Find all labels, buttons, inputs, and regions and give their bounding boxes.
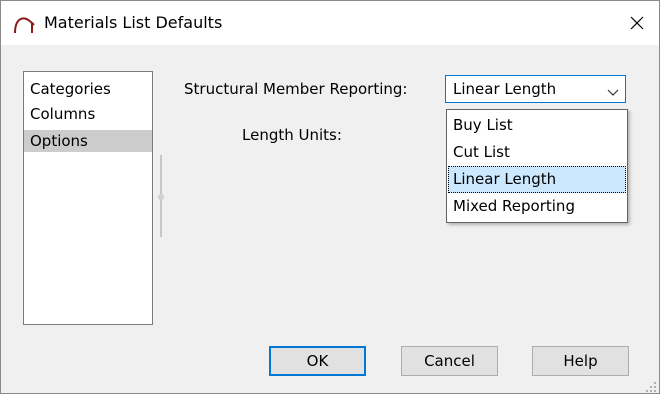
chevron-down-icon [607,84,619,96]
option-buy-list[interactable]: Buy List [448,112,626,139]
category-listbox[interactable]: Categories Columns Options [23,71,153,325]
option-cut-list[interactable]: Cut List [448,139,626,166]
dialog-window: Materials List Defaults Categories Colum… [0,0,660,394]
dropdown-list: Buy List Cut List Linear Length Mixed Re… [446,109,628,223]
help-button[interactable]: Help [532,346,629,376]
structural-member-reporting-label: Structural Member Reporting: [184,80,408,98]
list-item-options[interactable]: Options [24,130,152,152]
list-item-categories[interactable]: Categories [24,78,152,100]
title-bar[interactable]: Materials List Defaults [1,1,659,45]
splitter-grip [158,194,164,200]
option-mixed-reporting[interactable]: Mixed Reporting [448,193,626,220]
window-title: Materials List Defaults [44,13,223,32]
select-value: Linear Length [453,80,557,98]
length-units-label: Length Units: [242,126,342,144]
resize-grip-icon[interactable] [645,379,657,392]
ok-button[interactable]: OK [269,346,366,376]
close-button[interactable] [615,1,659,45]
option-linear-length[interactable]: Linear Length [448,166,626,193]
list-item-columns[interactable]: Columns [24,103,152,125]
close-icon [630,16,644,30]
arc-icon [12,11,36,35]
structural-member-reporting-select[interactable]: Linear Length [445,75,626,103]
cancel-button[interactable]: Cancel [401,346,498,376]
